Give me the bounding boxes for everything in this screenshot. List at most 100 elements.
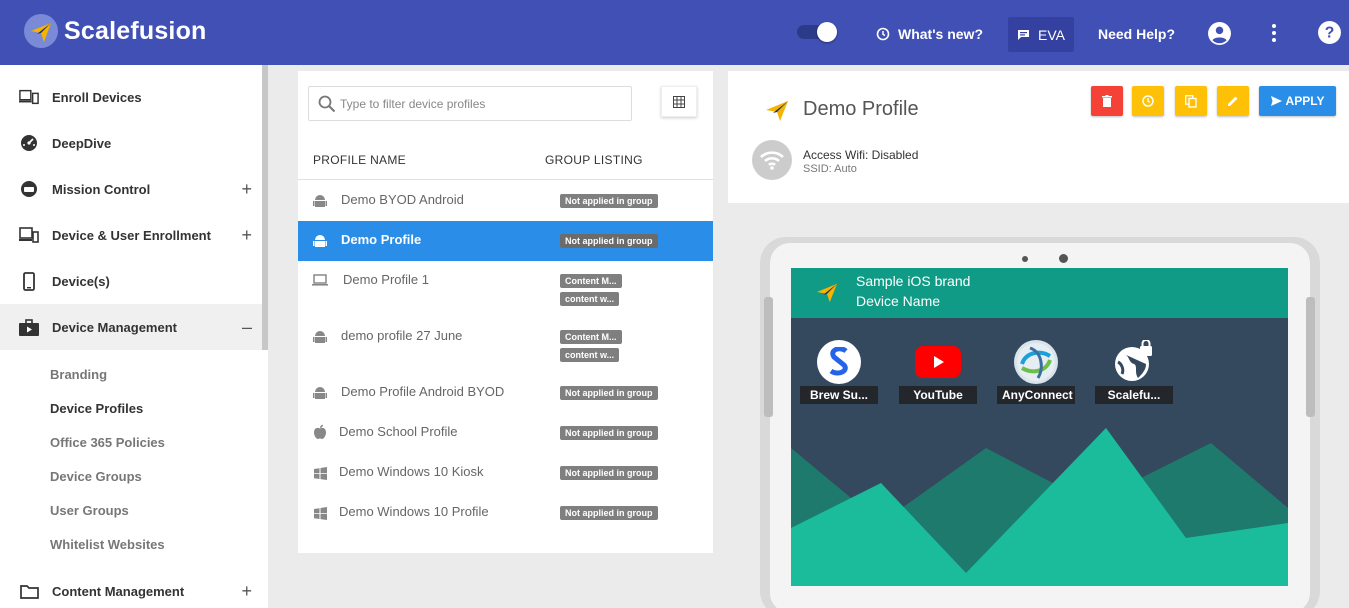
sidebar-item-deepdive[interactable]: DeepDive [0, 120, 262, 166]
app-tile[interactable]: Brew Su... [800, 340, 878, 404]
svg-text:?: ? [1325, 25, 1335, 42]
profile-logo-icon [764, 98, 790, 122]
app-tile[interactable]: Scalefu... [1095, 340, 1173, 404]
windows-icon [312, 465, 328, 481]
copy-icon [1185, 94, 1197, 108]
app-tile[interactable]: YouTube [899, 340, 977, 404]
profile-row[interactable]: demo profile 27 June Content M... conten… [298, 317, 713, 373]
profile-row-selected[interactable]: Demo Profile Not applied in group [298, 221, 713, 261]
profile-name: Demo Windows 10 Kiosk [339, 464, 484, 479]
top-app-bar: Scalefusion What's new? EVA Need Help? ? [0, 0, 1349, 65]
sidebar-subitem-device-profiles[interactable]: Device Profiles [50, 401, 143, 416]
collapse-icon[interactable]: – [242, 317, 252, 338]
speaker-grill-right [1306, 297, 1315, 417]
account-icon[interactable] [1207, 21, 1232, 51]
send-icon [1270, 96, 1282, 106]
need-help-link[interactable]: Need Help? [1098, 26, 1175, 42]
sidebar-subitem-user-groups[interactable]: User Groups [50, 503, 129, 518]
apply-button[interactable]: APPLY [1259, 86, 1336, 116]
sidebar-subitem-whitelist-websites[interactable]: Whitelist Websites [50, 537, 165, 552]
more-vert-icon[interactable] [1266, 23, 1282, 48]
app-label: AnyConnect [997, 386, 1075, 404]
wifi-status-icon [752, 140, 792, 180]
sidebar-subitem-office-365-policies[interactable]: Office 365 Policies [50, 435, 165, 450]
help-icon[interactable]: ? [1317, 20, 1342, 50]
sidebar-scrollbar[interactable] [262, 65, 268, 350]
folder-icon [19, 584, 39, 599]
laptop-icon [312, 272, 328, 288]
group-badge: Not applied in group [560, 386, 658, 400]
app-tile[interactable]: AnyConnect [997, 340, 1075, 404]
profile-name: Demo Profile Android BYOD [341, 384, 505, 399]
expand-icon[interactable]: + [241, 179, 252, 200]
speaker-grill-left [764, 297, 773, 417]
expand-icon[interactable]: + [241, 225, 252, 246]
sensor-dot [1022, 256, 1028, 262]
brand-logo-icon [815, 281, 839, 303]
header-divider [298, 179, 713, 180]
device-name-line: Device Name [856, 293, 941, 309]
wifi-access-status: Access Wifi: Disabled [803, 148, 919, 162]
column-header-profile-name[interactable]: PROFILE NAME [313, 153, 406, 167]
schedule-button[interactable] [1132, 86, 1164, 116]
group-badge: Content M... [560, 274, 622, 288]
brand-logo[interactable]: Scalefusion [24, 14, 207, 48]
sidebar-subitem-device-groups[interactable]: Device Groups [50, 469, 142, 484]
column-header-group-listing[interactable]: GROUP LISTING [545, 153, 643, 167]
sidebar-item-label: Device & User Enrollment [52, 227, 211, 243]
sidebar-item-devices[interactable]: Device(s) [0, 258, 262, 304]
wifi-ssid: SSID: Auto [803, 163, 857, 175]
sidebar-item-label: Content Management [52, 583, 185, 599]
delete-button[interactable] [1091, 86, 1123, 116]
anyconnect-app-icon [1014, 340, 1058, 384]
sidebar-item-device-management[interactable]: Device Management – [0, 304, 262, 350]
profile-row[interactable]: Demo Windows 10 Profile Not applied in g… [298, 493, 713, 533]
expand-icon[interactable]: + [241, 581, 252, 602]
whats-new-link[interactable]: What's new? [876, 26, 983, 42]
sidebar-item-content-management[interactable]: Content Management + [0, 568, 262, 608]
apple-icon [312, 424, 328, 440]
sidebar-item-mission-control[interactable]: Mission Control + [0, 166, 262, 212]
grid-view-button[interactable] [661, 86, 697, 117]
group-badge: Not applied in group [560, 194, 658, 208]
profile-row[interactable]: Demo BYOD Android Not applied in group [298, 181, 713, 221]
edit-button[interactable] [1217, 86, 1249, 116]
clock-icon [876, 27, 890, 41]
grid-icon [673, 95, 685, 108]
briefcase-icon [19, 318, 39, 336]
mission-icon [19, 180, 39, 198]
sidebar-item-enroll-devices[interactable]: Enroll Devices [0, 74, 262, 120]
profile-name: Demo School Profile [339, 424, 458, 439]
profile-name: Demo Windows 10 Profile [339, 504, 489, 519]
app-label: Brew Su... [800, 386, 878, 404]
profile-name: Demo BYOD Android [341, 192, 464, 207]
sidebar-subitem-branding[interactable]: Branding [50, 367, 107, 382]
group-badge: Not applied in group [560, 506, 658, 520]
sidebar-item-label: Device(s) [52, 273, 110, 289]
group-badge: Not applied in group [560, 466, 658, 480]
profile-title: Demo Profile [803, 98, 919, 120]
eva-button[interactable]: EVA [1008, 17, 1074, 52]
group-badge: Content M... [560, 330, 622, 344]
theme-toggle[interactable] [797, 22, 837, 42]
profile-row[interactable]: Demo Profile Android BYOD Not applied in… [298, 373, 713, 413]
gauge-icon [19, 134, 39, 152]
phone-icon [19, 271, 39, 291]
profile-row[interactable]: Demo School Profile Not applied in group [298, 413, 713, 453]
toggle-knob [817, 22, 837, 42]
whats-new-label: What's new? [898, 26, 983, 42]
android-icon [312, 385, 328, 401]
windows-icon [312, 505, 328, 521]
profile-row[interactable]: Demo Profile 1 Content M... content w... [298, 261, 713, 317]
profile-row[interactable]: Demo Windows 10 Kiosk Not applied in gro… [298, 453, 713, 493]
sidebar-item-label: Mission Control [52, 181, 151, 197]
android-icon [312, 233, 328, 249]
sidebar-item-device-user-enrollment[interactable]: Device & User Enrollment + [0, 212, 262, 258]
brew-survey-app-icon [817, 340, 861, 384]
profile-search-input[interactable]: Type to filter device profiles [308, 86, 632, 121]
pencil-icon [1227, 95, 1239, 107]
brand-name-line: Sample iOS brand [856, 273, 971, 289]
android-icon [312, 329, 328, 345]
profile-list-panel: Type to filter device profiles PROFILE N… [298, 71, 713, 553]
copy-button[interactable] [1175, 86, 1207, 116]
